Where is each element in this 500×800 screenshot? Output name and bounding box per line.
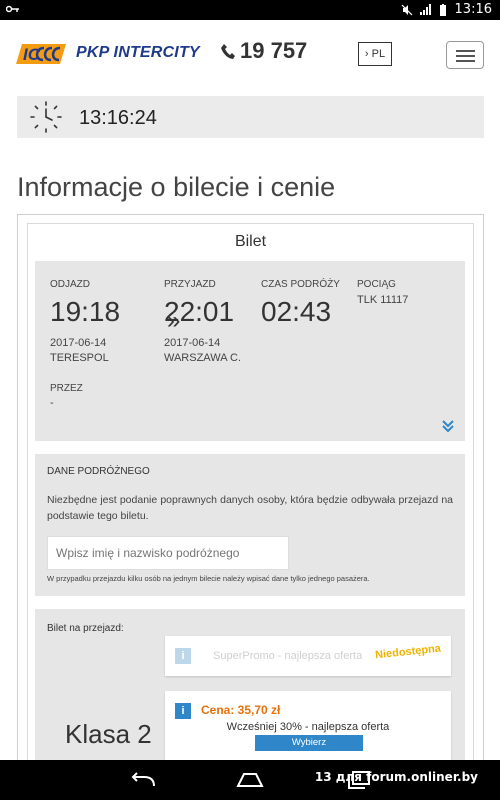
menu-bar-icon [456,60,475,62]
arrival-time: 22:01 [164,296,235,327]
passenger-instructions: Niezbędne jest podanie poprawnych danych… [47,494,453,522]
journey-details: ODJAZD 19:18 2017-06-14 TERESPOL » PRZYJ… [35,261,465,441]
unavailable-badge: Niedostępna [374,642,442,662]
home-icon[interactable] [234,770,266,790]
watermark: 13 для forum.onliner.by [314,770,478,784]
logo[interactable]: IC PKP INTERCITY [16,40,200,66]
train-label: POCIĄG [357,279,396,290]
duration-time: 02:43 [261,296,332,327]
card-title: Bilet [234,233,267,250]
battery-icon [439,3,446,16]
hotline[interactable]: 19 757 [220,38,307,64]
train-block: POCIĄG TLK 11117 [357,279,408,308]
menu-bar-icon [456,55,475,57]
status-time: 13:16 [454,2,492,17]
offer-price: Cena: 35,70 zł [201,703,281,717]
choose-offer-button[interactable]: Wybierz [255,735,363,751]
page-title: Informacje o bilecie i cenie [17,172,336,202]
key-icon [6,5,19,13]
info-icon[interactable]: i [175,703,191,719]
via-label: PRZEZ [50,383,83,394]
offer-name: SuperPromo - najlepsza oferta [213,650,363,662]
hamburger-menu-button[interactable] [446,41,484,69]
session-clock: 13:16:24 [17,96,484,138]
arrival-date: 2017-06-14 [164,337,221,349]
via-block: PRZEZ - [50,383,83,411]
mute-icon [401,4,412,15]
menu-bar-icon [456,50,475,52]
departure-label: ODJAZD [50,279,90,290]
arrival-station: WARSZAWA C. [164,352,241,364]
signal-icon [419,3,431,15]
site-header: IC PKP INTERCITY 19 757 › PL [0,20,500,90]
duration-block: CZAS PODRÓŻY 02:43 [261,279,340,328]
offer-name: Wcześniej 30% - najlepsza oferta [226,721,390,733]
ticket-label: Bilet na przejazd: [47,623,124,634]
status-bar: 13:16 [0,0,500,20]
chevron-double-down-icon[interactable] [441,419,455,433]
passenger-details: DANE PODRÓŻNEGO Niezbędne jest podanie p… [35,454,465,596]
passenger-title: DANE PODRÓŻNEGO [47,466,150,477]
android-nav-bar: 13 для forum.onliner.by [0,760,500,800]
departure-station: TERESPOL [50,352,109,364]
phone-icon [221,44,235,59]
departure-block: ODJAZD 19:18 2017-06-14 TERESPOL [50,279,120,366]
class-label: Klasa 2 [65,719,152,749]
intercity-logo-icon: IC [16,44,66,64]
train-number: TLK 11117 [357,294,409,306]
passenger-note: W przypadku przejazdu kilku osób na jedn… [47,574,370,583]
brand-name: PKP INTERCITY [76,44,200,61]
hotline-number: 19 757 [240,38,308,63]
info-icon[interactable]: i [175,648,191,664]
language-selector[interactable]: › PL [358,42,392,66]
clock-time: 13:16:24 [79,107,157,129]
duration-label: CZAS PODRÓŻY [261,279,340,290]
offer-superpromo: i SuperPromo - najlepsza oferta Niedostę… [165,636,451,676]
offer-early-30: i Cena: 35,70 zł Wcześniej 30% - najleps… [165,691,451,761]
clock-icon [30,101,62,133]
via-value: - [50,397,54,409]
departure-date: 2017-06-14 [50,337,107,349]
back-icon[interactable] [128,770,158,790]
departure-time: 19:18 [50,296,121,327]
arrival-block: PRZYJAZD 22:01 2017-06-14 WARSZAWA C. [164,279,241,366]
passenger-name-input[interactable] [47,536,289,570]
arrival-label: PRZYJAZD [164,279,216,290]
ticket-offers: Bilet na przejazd: i SuperPromo - najlep… [35,609,465,769]
